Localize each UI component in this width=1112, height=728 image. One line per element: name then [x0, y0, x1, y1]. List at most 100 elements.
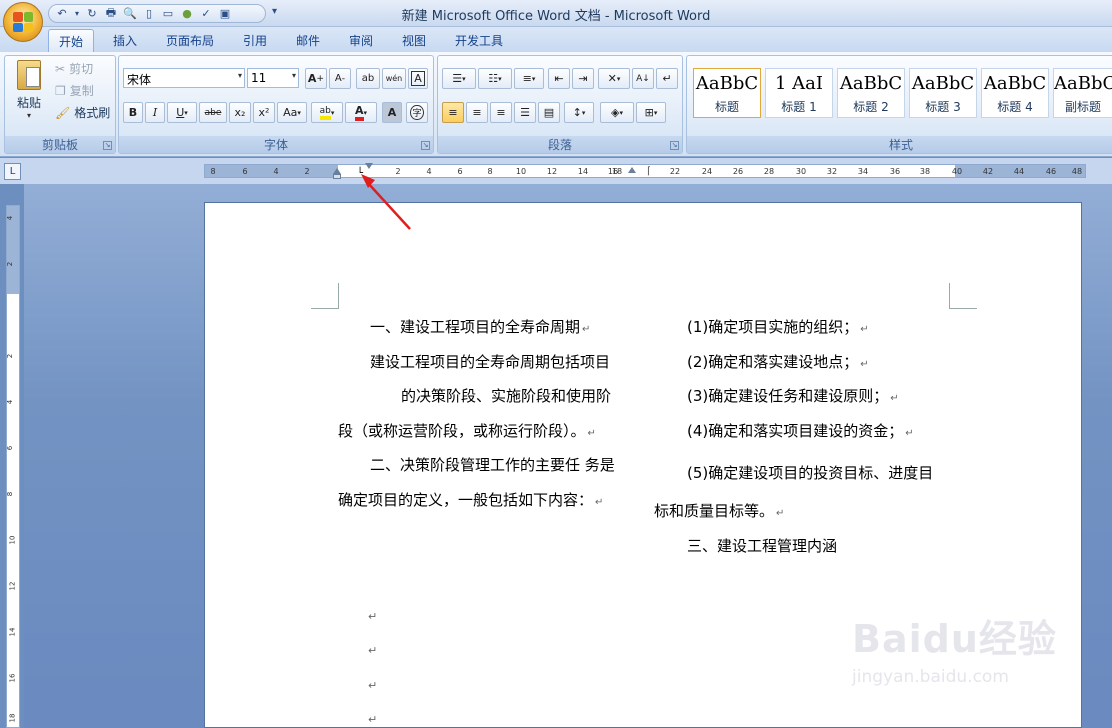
decrease-indent-button[interactable]: ⇤ — [548, 68, 570, 89]
left-column-line: 一、建设工程项目的全寿命周期 ↵ — [370, 318, 591, 336]
left-column-line: 的决策阶段、实施阶段和使用阶 — [401, 387, 612, 405]
change-case-button[interactable]: Aa ▾ — [277, 102, 307, 123]
font-color-button[interactable]: A ▾ — [345, 102, 377, 123]
tab-mailings[interactable]: 邮件 — [286, 29, 330, 52]
underline-button[interactable]: U ▾ — [167, 102, 197, 123]
tab-developer[interactable]: 开发工具 — [445, 29, 513, 52]
save-icon[interactable]: ▣ — [218, 7, 232, 21]
paragraph-mark-icon: ↵ — [662, 72, 672, 85]
align-left-button[interactable]: ≡ — [442, 102, 464, 123]
style-heading-3[interactable]: AaBbC 标题 3 — [909, 68, 977, 118]
font-size-combo[interactable]: 11 ▾ — [247, 68, 299, 88]
right-column-line: (2)确定和落实建设地点； ↵ — [687, 353, 869, 371]
undo-dropdown-icon[interactable]: ▾ — [74, 7, 80, 21]
customize-qat-icon[interactable]: ▾ — [272, 6, 277, 17]
right-column-line: (1)确定项目实施的组织； ↵ — [687, 318, 869, 336]
spelling-check-icon[interactable]: ✓ — [199, 7, 213, 21]
print-preview-icon[interactable]: 🔍 — [123, 7, 137, 21]
margin-corner-mark — [311, 283, 339, 309]
style-title[interactable]: AaBbC 标题 — [693, 68, 761, 118]
font-group-label: 字体 — [119, 136, 433, 153]
clear-format-button[interactable]: ab — [356, 68, 380, 89]
hanging-indent-marker[interactable] — [333, 166, 341, 184]
shrink-font-button[interactable]: A- — [329, 68, 351, 89]
style-heading-2[interactable]: AaBbC 标题 2 — [837, 68, 905, 118]
tab-review[interactable]: 审阅 — [339, 29, 383, 52]
undo-icon[interactable]: ↶ — [55, 7, 69, 21]
font-group: 宋体 ▾ 11 ▾ A + A- ab wén A B I U ▾ abe x₂ x² … — [118, 55, 434, 154]
align-right-button[interactable]: ≡ — [490, 102, 512, 123]
empty-paragraph-mark: ↵ — [368, 713, 378, 726]
numbering-button[interactable]: ☷ ▾ — [478, 68, 512, 89]
character-border-button[interactable]: A — [408, 68, 428, 89]
justify-icon: ☰ — [520, 106, 530, 119]
multilevel-list-button[interactable]: ≡ ▾ — [514, 68, 544, 89]
column-marker-icon[interactable]: ⌈ — [647, 166, 651, 177]
dialog-launcher-icon[interactable]: ↘ — [421, 141, 430, 150]
align-left-icon: ≡ — [448, 106, 458, 119]
brush-icon: 🖌 — [55, 105, 71, 120]
tab-page-layout[interactable]: 页面布局 — [156, 29, 224, 52]
bullets-button[interactable]: ☰ ▾ — [442, 68, 476, 89]
enclose-characters-button[interactable]: 字 — [406, 102, 428, 123]
bullets-icon: ☰ — [452, 72, 463, 85]
sort-button[interactable]: A↓ — [632, 68, 654, 89]
circle-icon[interactable]: ● — [180, 7, 194, 21]
align-center-button[interactable]: ≡ — [466, 102, 488, 123]
tab-home[interactable]: 开始 — [48, 29, 95, 52]
style-subtitle[interactable]: AaBbC 副标题 — [1053, 68, 1112, 118]
dialog-launcher-icon[interactable]: ↘ — [670, 141, 679, 150]
office-button[interactable] — [3, 2, 43, 42]
paragraph-group-label: 段落 — [438, 136, 682, 153]
chinese-layout-button[interactable]: ✕ ▾ — [598, 68, 630, 89]
right-column-line: 标和质量目标等。 ↵ — [654, 502, 785, 520]
line-spacing-icon: ↕ — [572, 106, 582, 119]
distributed-button[interactable]: ▤ — [538, 102, 560, 123]
justify-button[interactable]: ☰ — [514, 102, 536, 123]
decrease-indent-icon: ⇤ — [554, 72, 564, 85]
bold-button[interactable]: B — [123, 102, 143, 123]
dropdown-arrow-icon: ▾ — [237, 71, 242, 80]
left-column-line: 确定项目的定义，一般包括如下内容： ↵ — [338, 491, 604, 509]
quick-access-toolbar: ↶ ▾ ↻ 🖶 🔍 ▯ ▭ ● ✓ ▣ — [48, 4, 266, 23]
left-column-line: 二、决策阶段管理工作的主要任 务是 — [370, 456, 615, 474]
vertical-ruler[interactable]: 4 2 2 4 6 8 10 12 14 16 18 — [6, 205, 20, 728]
cut-button[interactable]: ✂ 剪切 — [55, 60, 93, 77]
styles-group: AaBbC 标题 1 AaI 标题 1 AaBbC 标题 2 AaBbC 标题 3 Aa… — [686, 55, 1112, 154]
redo-icon[interactable]: ↻ — [85, 7, 99, 21]
print-icon[interactable]: 🖶 — [104, 6, 118, 21]
shading-button[interactable]: ◈ ▾ — [600, 102, 634, 123]
style-heading-1[interactable]: 1 AaI 标题 1 — [765, 68, 833, 118]
paste-label: 粘贴 — [16, 96, 41, 110]
grow-font-button[interactable]: A + — [305, 68, 327, 89]
superscript-button[interactable]: x² — [253, 102, 275, 123]
style-heading-4[interactable]: AaBbC 标题 4 — [981, 68, 1049, 118]
show-marks-button[interactable]: ↵ — [656, 68, 678, 89]
sort-icon: A↓ — [636, 73, 650, 84]
tab-selector-button[interactable]: L — [4, 163, 21, 180]
character-shading-button[interactable]: A — [382, 102, 402, 123]
borders-button[interactable]: ⊞ ▾ — [636, 102, 666, 123]
right-column-line: 三、建设工程管理内涵 — [687, 537, 838, 555]
paste-button[interactable]: 粘贴 ▾ — [11, 60, 47, 120]
right-indent-marker[interactable] — [628, 167, 636, 176]
highlight-button[interactable]: ab ▾ — [311, 102, 343, 123]
increase-indent-button[interactable]: ⇥ — [572, 68, 594, 89]
dialog-launcher-icon[interactable]: ↘ — [103, 141, 112, 150]
clipboard-group-label: 剪贴板 — [5, 136, 115, 153]
new-document-icon[interactable]: ▯ — [142, 7, 156, 21]
font-name-combo[interactable]: 宋体 ▾ — [123, 68, 245, 88]
copy-button[interactable]: ❐ 复制 — [55, 82, 94, 99]
tab-references[interactable]: 引用 — [233, 29, 277, 52]
tab-insert[interactable]: 插入 — [103, 29, 147, 52]
line-spacing-button[interactable]: ↕ ▾ — [564, 102, 594, 123]
format-painter-button[interactable]: 🖌 格式刷 — [55, 104, 110, 121]
right-column-line: (5)确定建设项目的投资目标、进度目 — [687, 464, 934, 482]
open-document-icon[interactable]: ▭ — [161, 7, 175, 21]
subscript-button[interactable]: x₂ — [229, 102, 251, 123]
italic-button[interactable]: I — [145, 102, 165, 123]
tab-view[interactable]: 视图 — [392, 29, 436, 52]
phonetic-guide-button[interactable]: wén — [382, 68, 406, 89]
strikethrough-button[interactable]: abe — [199, 102, 227, 123]
right-column-line: (3)确定建设任务和建设原则； ↵ — [687, 387, 899, 405]
